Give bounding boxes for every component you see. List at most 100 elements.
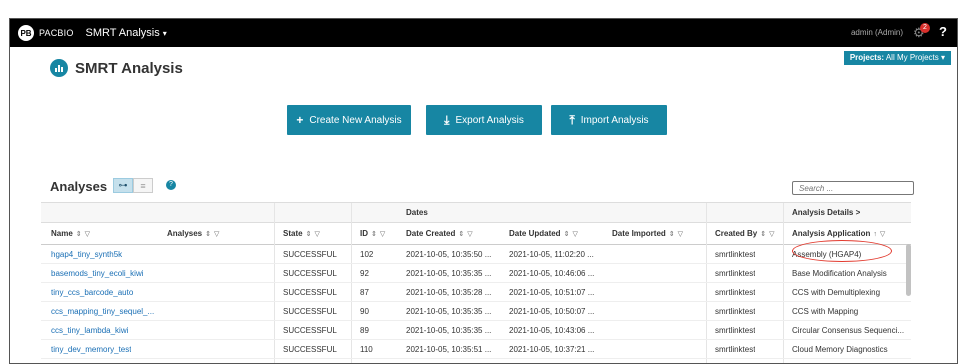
cell-state: SUCCESSFUL: [283, 250, 337, 259]
user-label[interactable]: admin (Admin): [851, 28, 903, 37]
cell-state: SUCCESSFUL: [283, 269, 337, 278]
sort-asc-icon: ↑: [873, 231, 877, 238]
app-menu-label: SMRT Analysis: [85, 27, 160, 39]
cell-name[interactable]: tiny_ccs_barcode_auto: [51, 283, 133, 302]
cell-date-updated: 2021-10-05, 10:50:07 ...: [509, 307, 595, 316]
download-icon: ⤓: [444, 112, 450, 127]
analyses-title: Analyses: [50, 179, 108, 194]
app-window: PB PACBIO SMRT Analysis ▾ admin (Admin) ⚙…: [9, 18, 958, 364]
cell-state: SUCCESSFUL: [283, 307, 337, 316]
filter-icon: ▽: [314, 231, 320, 238]
cell-name[interactable]: tiny_dev_memory_test: [51, 340, 131, 359]
cell-name[interactable]: ccs_mapping_tiny_sequel_...: [51, 302, 154, 321]
projects-dropdown[interactable]: Projects: All My Projects ▾: [843, 51, 951, 65]
cell-id: 87: [360, 288, 369, 297]
col-header-date-updated[interactable]: Date Updated ⇕ ▽: [509, 223, 578, 245]
import-analysis-button[interactable]: ⤒ Import Analysis: [551, 105, 667, 135]
sort-icon: ⇕: [305, 231, 312, 238]
import-analysis-label: Import Analysis: [580, 114, 649, 126]
sort-icon: ⇕: [458, 231, 465, 238]
table-row[interactable]: tiny_dev_memory_test SUCCESSFUL 110 2021-10…: [41, 340, 911, 359]
cell-analysis-application: CCS with Mapping: [792, 307, 859, 316]
cell-id: 92: [360, 269, 369, 278]
search-input[interactable]: [792, 181, 914, 195]
cell-created-by: smrtlinktest: [715, 269, 756, 278]
cell-date-updated: 2021-10-05, 10:37:21 ...: [509, 345, 595, 354]
col-header-id[interactable]: ID ⇕ ▽: [360, 223, 385, 245]
table-row[interactable]: ccs_mapping_tiny_sequel_... SUCCESSFUL 90 2…: [41, 302, 911, 321]
table-group-header: Dates Analysis Details >: [41, 203, 911, 223]
app-menu[interactable]: SMRT Analysis ▾: [86, 27, 167, 39]
sort-icon: ⇕: [75, 231, 82, 238]
smrt-analysis-icon: [50, 59, 68, 77]
table-row[interactable]: hgap4_tiny_synth5k SUCCESSFUL 102 2021-10-0…: [41, 245, 911, 264]
view-toggle: ⊶ ≡: [113, 178, 153, 193]
table-header: Name ⇕ ▽ Analyses ⇕ ▽ State ⇕ ▽ ID ⇕ ▽ Date Crea…: [41, 223, 911, 245]
export-analysis-button[interactable]: ⤓ Export Analysis: [426, 105, 542, 135]
col-header-analyses[interactable]: Analyses ⇕ ▽: [167, 223, 219, 245]
cell-created-by: smrtlinktest: [715, 250, 756, 259]
col-header-state[interactable]: State ⇕ ▽: [283, 223, 320, 245]
col-header-analysis-application[interactable]: Analysis Application ↑ ▽: [792, 223, 885, 245]
cell-state: SUCCESSFUL: [283, 288, 337, 297]
cell-analysis-application: CCS with Demultiplexing: [792, 288, 881, 297]
cell-analysis-application: Base Modification Analysis: [792, 269, 887, 278]
sort-icon: ⇕: [563, 231, 570, 238]
cell-id: 110: [360, 345, 373, 354]
col-header-date-imported[interactable]: Date Imported ⇕ ▽: [612, 223, 683, 245]
cell-created-by: smrtlinktest: [715, 326, 756, 335]
table-row[interactable]: tiny_ccs_barcode_auto SUCCESSFUL 87 2021-10…: [41, 283, 911, 302]
table-row[interactable]: basemods_tiny_ecoli_kiwi SUCCESSFUL 92 2021…: [41, 264, 911, 283]
sort-icon: ⇕: [371, 231, 377, 238]
cell-name[interactable]: basemods_tiny_ecoli_kiwi: [51, 264, 144, 283]
cell-date-created: 2021-10-05, 10:35:35 ...: [406, 269, 492, 278]
cell-state: SUCCESSFUL: [283, 345, 337, 354]
filter-icon: ▽: [84, 231, 91, 238]
list-view-icon[interactable]: ≡: [133, 178, 153, 193]
projects-label: Projects:: [849, 53, 885, 62]
col-header-created-by[interactable]: Created By ⇕ ▽: [715, 223, 775, 245]
cell-name[interactable]: hgap4_tiny_synth5k: [51, 245, 122, 264]
info-icon[interactable]: ?: [166, 180, 176, 190]
filter-icon: ▽: [214, 231, 220, 238]
filter-icon: ▽: [769, 231, 775, 238]
filter-icon: ▽: [879, 231, 886, 238]
alerts-button[interactable]: ⚙ 2: [913, 23, 933, 42]
vertical-scrollbar[interactable]: [906, 244, 911, 296]
cell-date-created: 2021-10-05, 10:35:35 ...: [406, 307, 492, 316]
cell-state: SUCCESSFUL: [283, 326, 337, 335]
cell-date-updated: 2021-10-05, 10:43:06 ...: [509, 326, 595, 335]
analyses-table: Dates Analysis Details > Name ⇕ ▽ Analyses…: [41, 202, 911, 363]
filter-icon: ▽: [379, 231, 386, 238]
cell-created-by: smrtlinktest: [715, 345, 756, 354]
col-header-name[interactable]: Name ⇕ ▽: [51, 223, 90, 245]
cell-id: 90: [360, 307, 369, 316]
filter-icon: ▽: [677, 231, 684, 238]
cell-created-by: smrtlinktest: [715, 288, 756, 297]
page-title: SMRT Analysis: [75, 59, 183, 77]
help-button[interactable]: ?: [939, 24, 947, 39]
page-header: SMRT Analysis: [50, 59, 183, 77]
filter-icon: ▽: [572, 231, 578, 238]
brand-name: PACBIO: [39, 28, 74, 38]
table-row[interactable]: ccs_tiny_lambda_kiwi SUCCESSFUL 89 2021-10-…: [41, 321, 911, 340]
cell-date-created: 2021-10-05, 10:35:50 ...: [406, 250, 492, 259]
chevron-down-icon: ▾: [940, 53, 945, 62]
sort-icon: ⇕: [760, 231, 767, 238]
create-analysis-button[interactable]: + Create New Analysis: [287, 105, 411, 135]
cell-analysis-application: Circular Consensus Sequenci...: [792, 326, 905, 335]
tree-view-icon[interactable]: ⊶: [113, 178, 133, 193]
cell-analysis-application: Cloud Memory Diagnostics: [792, 345, 888, 354]
cell-analysis-application: Assembly (HGAP4): [792, 250, 862, 259]
pacbio-logo-icon: PB: [18, 25, 34, 41]
chevron-down-icon: ▾: [162, 29, 167, 38]
cell-date-updated: 2021-10-05, 10:51:07 ...: [509, 288, 595, 297]
export-analysis-label: Export Analysis: [455, 114, 524, 126]
cell-name[interactable]: ccs_tiny_lambda_kiwi: [51, 321, 128, 340]
top-navbar: PB PACBIO SMRT Analysis ▾ admin (Admin) ⚙…: [10, 19, 957, 47]
cell-date-created: 2021-10-05, 10:35:28 ...: [406, 288, 492, 297]
group-header-details[interactable]: Analysis Details >: [792, 203, 860, 223]
alert-count-badge: 2: [920, 23, 930, 33]
col-header-date-created[interactable]: Date Created ⇕ ▽: [406, 223, 473, 245]
upload-icon: ⤒: [569, 112, 575, 127]
